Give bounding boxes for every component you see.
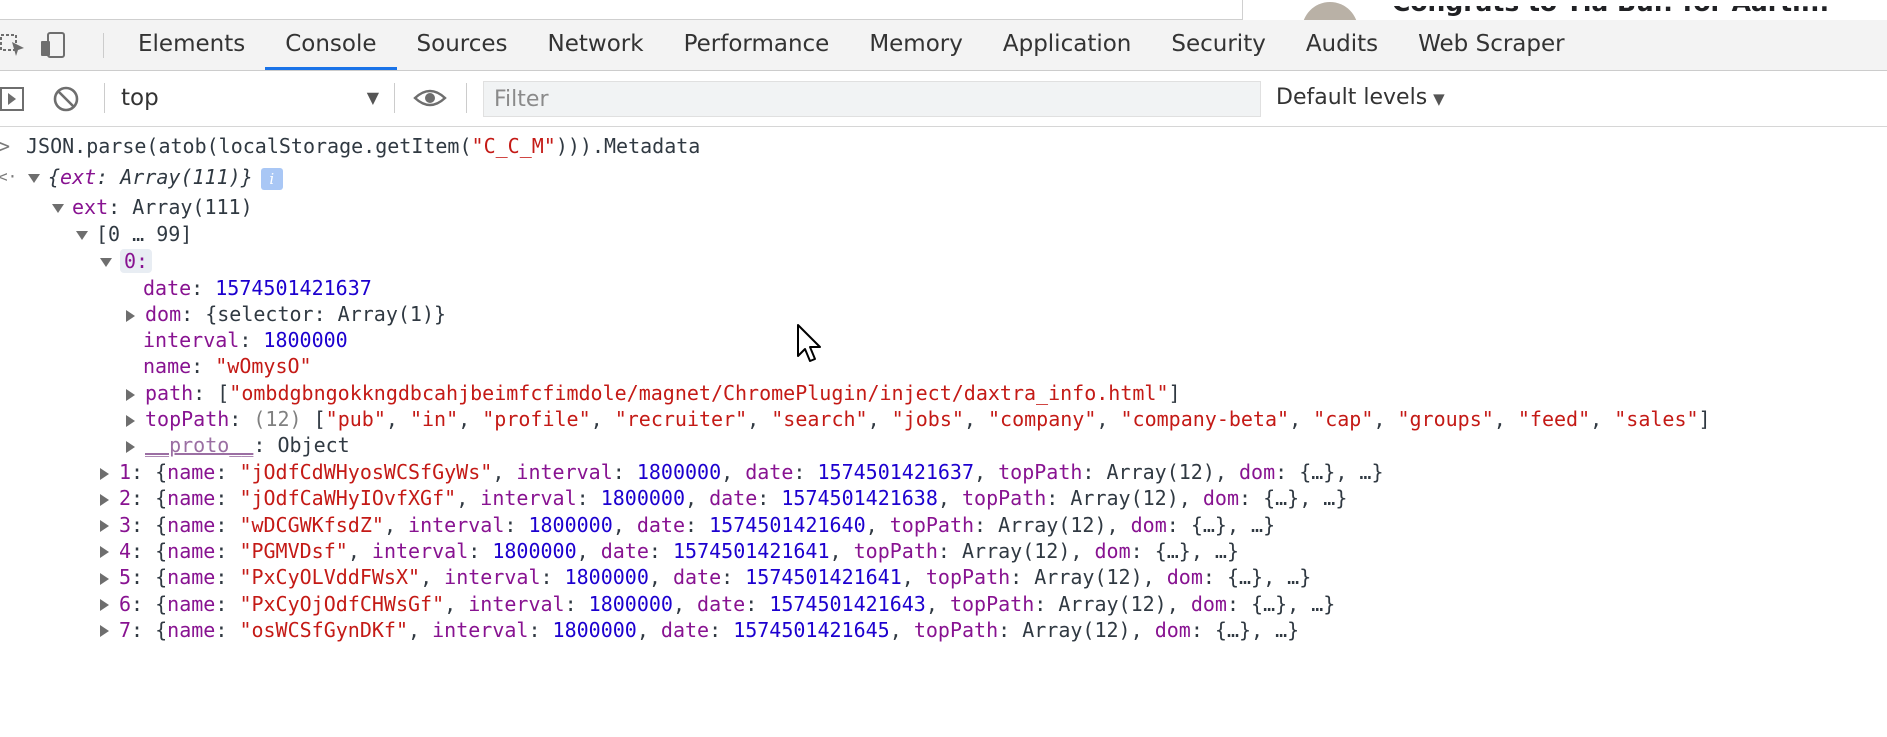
tab-audits[interactable]: Audits [1286,20,1398,70]
tree-node-ext[interactable]: ext: Array(111) [52,192,253,222]
console-output: > JSON.parse(atob(localStorage.getItem("… [0,127,1887,737]
topPath-value: "pub" [325,407,386,431]
tab-security[interactable]: Security [1151,20,1285,70]
array-item-row[interactable]: 7: {name: "osWCSfGynDKf", interval: 1800… [100,615,1299,645]
input-code-post: ))).Metadata [555,134,701,158]
device-toolbar-icon[interactable] [40,32,66,58]
topPath-value: "search" [771,407,868,431]
collapse-triangle-icon[interactable] [126,388,135,401]
context-selector[interactable]: top ▼ [121,83,379,113]
tree-node-range[interactable]: [0 … 99] [76,219,192,249]
tab-bar-divider [103,33,104,58]
topPath-value: "jobs" [891,407,964,431]
tab-network[interactable]: Network [528,20,664,70]
top-strip: Congrats to Tia Bui! for Aarti... [0,0,1887,23]
inspect-element-icon[interactable] [0,32,26,58]
topPath-value: "feed" [1517,407,1591,431]
log-levels-dropdown[interactable]: Default levels ▼ [1276,83,1445,114]
collapse-triangle-icon[interactable] [126,309,135,322]
info-icon[interactable]: i [260,167,283,190]
devtools-tab-bar: Elements Console Sources Network Perform… [0,20,1887,71]
tab-list: Elements Console Sources Network Perform… [118,20,1585,70]
input-code-string: "C_C_M" [471,134,556,158]
console-toolbar: top ▼ Default levels ▼ [0,71,1887,127]
result-arrow-icon: <· [0,167,18,186]
collapse-triangle-icon[interactable] [100,599,109,611]
expand-triangle-icon[interactable] [52,204,64,213]
log-levels-label: Default levels [1276,85,1428,110]
input-code-pre: JSON.parse(atob(localStorage.getItem( [26,134,472,158]
toolbar-divider [104,83,105,113]
expand-triangle-icon[interactable] [76,231,88,240]
topPath-value: "company" [988,407,1097,431]
collapse-triangle-icon[interactable] [100,572,109,585]
prop-topPath[interactable]: topPath: (12) ["pub", "in", "profile", "… [126,404,1711,434]
topPath-value: "profile" [482,407,591,431]
eye-icon[interactable] [413,86,447,110]
toolbar-divider [466,83,467,113]
topPath-value: "groups" [1397,407,1494,431]
tab-web-scraper[interactable]: Web Scraper [1398,20,1584,70]
context-selector-value: top [121,85,159,111]
dropdown-arrow-icon: ▼ [366,88,379,107]
page-snippet-text: Congrats to Tia Bui! for Aarti... [1392,0,1830,17]
dropdown-arrow-icon: ▼ [1433,90,1445,108]
topPath-value: "sales" [1614,407,1699,431]
tab-performance[interactable]: Performance [664,20,850,70]
collapse-triangle-icon[interactable] [126,414,135,427]
prop-proto[interactable]: __proto__: Object [126,430,350,460]
topPath-value: "in" [409,407,459,431]
filter-input[interactable] [483,81,1261,117]
top-strip-divider [1242,0,1243,20]
mouse-cursor-icon [797,324,821,362]
prop-name: name: "wOmysO" [143,354,312,378]
topPath-value: "company-beta" [1120,407,1290,431]
topPath-value: "cap" [1313,407,1374,431]
collapse-triangle-icon[interactable] [100,546,109,559]
tab-elements[interactable]: Elements [118,20,265,70]
expand-triangle-icon[interactable] [28,174,40,183]
tab-console[interactable]: Console [265,20,397,70]
prompt-chevron-icon: > [0,134,11,158]
collapse-triangle-icon[interactable] [100,493,109,506]
collapse-triangle-icon[interactable] [100,467,109,480]
topPath-value: "recruiter" [614,407,748,431]
tab-application[interactable]: Application [983,20,1152,70]
tab-memory[interactable]: Memory [849,20,983,70]
toolbar-divider [394,83,395,113]
clear-console-icon[interactable] [52,85,80,113]
tab-sources[interactable]: Sources [397,20,528,70]
tree-node-item-0[interactable]: 0: [100,246,153,276]
collapse-triangle-icon[interactable] [100,625,109,638]
collapse-triangle-icon[interactable] [100,520,109,533]
collapse-triangle-icon[interactable] [126,440,135,453]
show-sidebar-icon[interactable] [0,86,26,112]
expand-triangle-icon[interactable] [100,258,112,267]
